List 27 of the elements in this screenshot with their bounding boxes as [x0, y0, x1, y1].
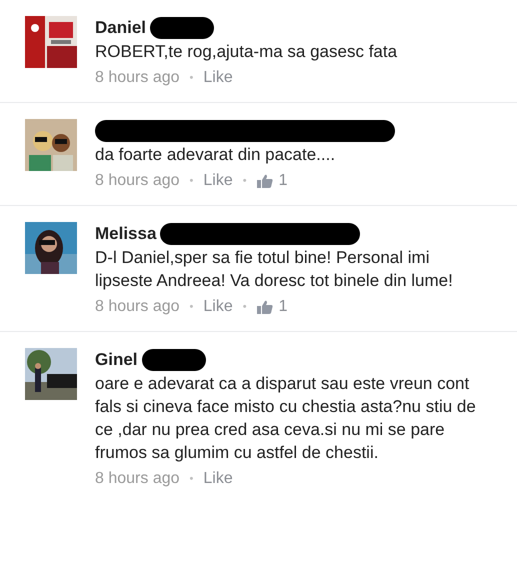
comment-text: ROBERT,te rog,ajuta-ma sa gasesc fata	[95, 41, 398, 63]
separator-dot: •	[190, 70, 194, 86]
like-link[interactable]: Like	[203, 169, 233, 193]
separator-dot: •	[190, 300, 194, 315]
separator-dot: •	[242, 174, 247, 189]
like-link[interactable]: Like	[203, 467, 233, 491]
timestamp: 8 hours ago	[95, 171, 180, 191]
timestamp: 8 hours ago	[95, 469, 180, 489]
like-count: 1	[278, 171, 288, 191]
comment-text: D-l Daniel,sper sa fie totul bine! Personal imi lipseste Andreea! Va doresc tot binele din lume!	[95, 247, 454, 292]
timestamp: 8 hours ago	[95, 297, 180, 317]
timestamp: 8 hours ago	[95, 68, 180, 88]
comment-text: da foarte adevarat din pacate....	[95, 144, 336, 166]
like-link[interactable]: Like	[203, 295, 233, 319]
thumbs-up-icon	[256, 174, 273, 188]
separator-dot: •	[190, 174, 194, 189]
commenter-name[interactable]: Melissa	[95, 221, 156, 247]
redaction-mark	[150, 17, 214, 39]
commenter-name[interactable]: Daniel	[95, 15, 146, 41]
like-link[interactable]: Like	[203, 66, 233, 90]
comment-text: oare e adevarat ca a disparut sau este vreun cont fals si cineva face misto cu chestia asta?nu stiu de ce ,dar nu prea cred asa ceva.si nu mi se pare frumos sa glumim cu astfel de chestii.	[95, 373, 477, 464]
like-count: 1	[278, 297, 288, 317]
separator-dot: •	[242, 300, 247, 315]
redaction-mark	[142, 349, 206, 371]
thumbs-up-icon	[256, 300, 273, 314]
separator-dot: •	[190, 472, 194, 487]
commenter-name[interactable]: Ginel	[95, 347, 138, 373]
